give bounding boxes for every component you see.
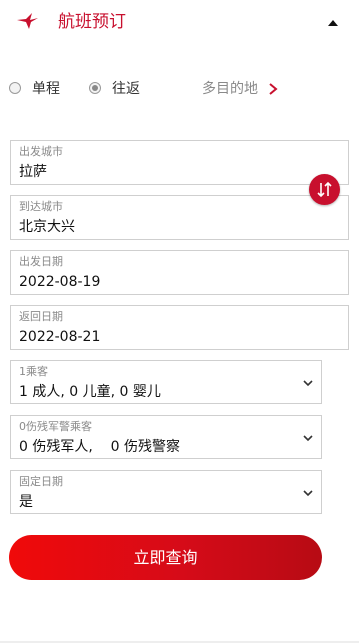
round-trip-label[interactable]: 往返 [112, 80, 140, 98]
origin-city-field[interactable]: 出发城市 拉萨 [10, 140, 349, 185]
passengers-select[interactable]: 1乘客 1 成人, 0 儿童, 0 婴儿 [10, 360, 322, 404]
depart-date-value[interactable]: 2022-08-19 [19, 273, 100, 291]
destination-city-label: 到达城市 [19, 200, 63, 213]
chevron-right-icon[interactable] [268, 83, 278, 95]
return-date-value[interactable]: 2022-08-21 [19, 328, 100, 346]
depart-date-label: 出发日期 [19, 255, 63, 268]
fixed-date-select[interactable]: 固定日期 是 [10, 470, 322, 514]
round-trip-radio[interactable] [89, 82, 101, 94]
swap-cities-button[interactable] [309, 174, 340, 205]
depart-date-field[interactable]: 出发日期 2022-08-19 [10, 250, 349, 295]
origin-city-value[interactable]: 拉萨 [19, 163, 47, 181]
header: 航班预订 [0, 0, 359, 46]
passengers-label: 1乘客 [19, 365, 48, 378]
chevron-down-icon [303, 435, 313, 442]
search-button[interactable]: 立即查询 [9, 535, 322, 580]
return-date-label: 返回日期 [19, 310, 63, 323]
destination-city-field[interactable]: 到达城市 北京大兴 [10, 195, 349, 240]
one-way-radio[interactable] [9, 82, 21, 94]
swap-arrows-icon [317, 181, 332, 198]
disabled-passengers-label: 0伤残军警乘客 [19, 420, 92, 433]
airline-bird-logo-icon [17, 13, 38, 29]
disabled-passengers-select[interactable]: 0伤残军警乘客 0 伤残军人, 0 伤残警察 [10, 415, 322, 459]
origin-city-label: 出发城市 [19, 145, 63, 158]
fixed-date-value: 是 [19, 494, 33, 510]
return-date-field[interactable]: 返回日期 2022-08-21 [10, 305, 349, 350]
chevron-down-icon [303, 380, 313, 387]
disabled-passengers-value: 0 伤残军人, 0 伤残警察 [19, 439, 180, 455]
fixed-date-label: 固定日期 [19, 475, 63, 488]
one-way-label[interactable]: 单程 [32, 80, 60, 98]
chevron-down-icon [303, 490, 313, 497]
destination-city-value[interactable]: 北京大兴 [19, 218, 75, 236]
trip-type-selector: 单程 往返 多目的地 [0, 78, 359, 102]
page-title: 航班预订 [58, 12, 126, 32]
caret-up-icon[interactable] [326, 17, 340, 29]
passengers-value: 1 成人, 0 儿童, 0 婴儿 [19, 384, 161, 400]
multi-city-link[interactable]: 多目的地 [202, 80, 258, 98]
